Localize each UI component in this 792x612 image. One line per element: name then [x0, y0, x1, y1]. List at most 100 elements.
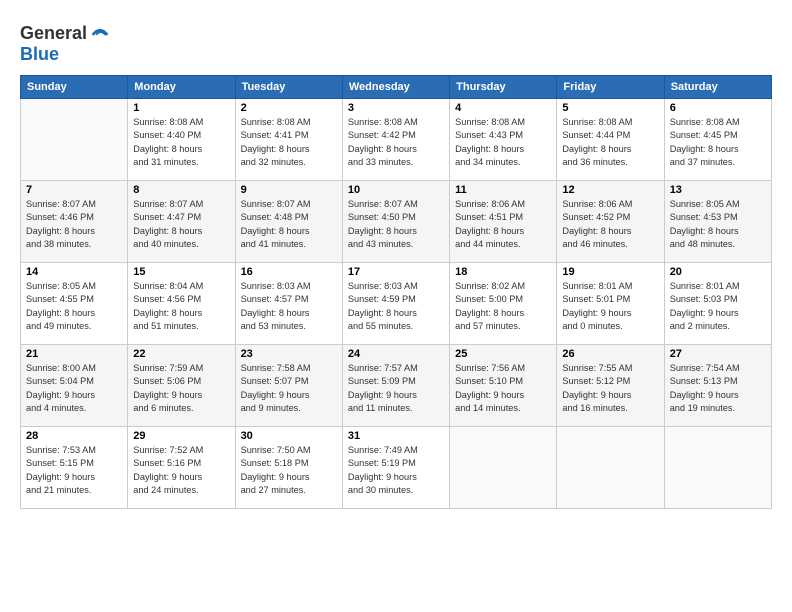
daylight-text-1: Daylight: 9 hours	[133, 389, 229, 402]
daylight-text-1: Daylight: 8 hours	[348, 143, 444, 156]
sunset-text: Sunset: 5:16 PM	[133, 457, 229, 470]
sunset-text: Sunset: 4:46 PM	[26, 211, 122, 224]
calendar-day-cell: 23Sunrise: 7:58 AMSunset: 5:07 PMDayligh…	[235, 345, 342, 427]
sunrise-text: Sunrise: 8:06 AM	[562, 198, 658, 211]
daylight-text-1: Daylight: 9 hours	[348, 389, 444, 402]
day-number: 1	[133, 102, 229, 114]
daylight-text-2: and 0 minutes.	[562, 320, 658, 333]
daylight-text-1: Daylight: 8 hours	[562, 225, 658, 238]
day-info: Sunrise: 7:53 AMSunset: 5:15 PMDaylight:…	[26, 444, 122, 497]
calendar-day-cell: 31Sunrise: 7:49 AMSunset: 5:19 PMDayligh…	[342, 427, 449, 509]
sunrise-text: Sunrise: 7:57 AM	[348, 362, 444, 375]
calendar-day-cell: 8Sunrise: 8:07 AMSunset: 4:47 PMDaylight…	[128, 181, 235, 263]
day-info: Sunrise: 8:03 AMSunset: 4:59 PMDaylight:…	[348, 280, 444, 333]
daylight-text-2: and 6 minutes.	[133, 402, 229, 415]
day-number: 29	[133, 430, 229, 442]
logo-icon	[89, 22, 111, 44]
daylight-text-2: and 4 minutes.	[26, 402, 122, 415]
sunset-text: Sunset: 5:10 PM	[455, 375, 551, 388]
calendar-week-row: 1Sunrise: 8:08 AMSunset: 4:40 PMDaylight…	[21, 99, 772, 181]
sunrise-text: Sunrise: 7:58 AM	[241, 362, 337, 375]
calendar-day-cell: 27Sunrise: 7:54 AMSunset: 5:13 PMDayligh…	[664, 345, 771, 427]
calendar-day-cell: 21Sunrise: 8:00 AMSunset: 5:04 PMDayligh…	[21, 345, 128, 427]
calendar-day-cell	[450, 427, 557, 509]
calendar-day-cell: 6 Sunrise: 8:08 AMSunset: 4:45 PMDaylight…	[664, 99, 771, 181]
calendar-day-cell	[664, 427, 771, 509]
sunrise-text: Sunrise: 8:07 AM	[348, 198, 444, 211]
sunrise-text: Sunrise: 8:03 AM	[348, 280, 444, 293]
daylight-text-2: and 38 minutes.	[26, 238, 122, 251]
sunrise-text: Sunrise: 8:02 AM	[455, 280, 551, 293]
calendar-day-cell: 19Sunrise: 8:01 AMSunset: 5:01 PMDayligh…	[557, 263, 664, 345]
sunrise-text: Sunrise: 8:08 AM	[241, 116, 337, 129]
daylight-text-2: and 48 minutes.	[670, 238, 766, 251]
day-info: Sunrise: 8:07 AMSunset: 4:46 PMDaylight:…	[26, 198, 122, 251]
day-info: Sunrise: 7:54 AMSunset: 5:13 PMDaylight:…	[670, 362, 766, 415]
calendar-day-cell: 14 Sunrise: 8:05 AMSunset: 4:55 PMDayligh…	[21, 263, 128, 345]
day-info: Sunrise: 8:01 AMSunset: 5:01 PMDaylight:…	[562, 280, 658, 333]
sunrise-text: Sunrise: 8:01 AM	[670, 280, 766, 293]
calendar-day-cell: 25Sunrise: 7:56 AMSunset: 5:10 PMDayligh…	[450, 345, 557, 427]
daylight-text-2: and 2 minutes.	[670, 320, 766, 333]
sunset-text: Sunset: 4:44 PM	[562, 129, 658, 142]
daylight-text-2: and 57 minutes.	[455, 320, 551, 333]
daylight-text-2: and 53 minutes.	[241, 320, 337, 333]
calendar-table: SundayMondayTuesdayWednesdayThursdayFrid…	[20, 75, 772, 509]
day-info: Sunrise: 8:03 AMSunset: 4:57 PMDaylight:…	[241, 280, 337, 333]
calendar-week-row: 21Sunrise: 8:00 AMSunset: 5:04 PMDayligh…	[21, 345, 772, 427]
calendar-day-cell: 13Sunrise: 8:05 AMSunset: 4:53 PMDayligh…	[664, 181, 771, 263]
calendar-day-cell: 9Sunrise: 8:07 AMSunset: 4:48 PMDaylight…	[235, 181, 342, 263]
sunset-text: Sunset: 5:00 PM	[455, 293, 551, 306]
calendar-day-cell: 7Sunrise: 8:07 AMSunset: 4:46 PMDaylight…	[21, 181, 128, 263]
daylight-text-2: and 36 minutes.	[562, 156, 658, 169]
day-number: 3	[348, 102, 444, 114]
day-number: 10	[348, 184, 444, 196]
calendar-body: 1Sunrise: 8:08 AMSunset: 4:40 PMDaylight…	[21, 99, 772, 509]
weekday-header-cell: Thursday	[450, 76, 557, 99]
daylight-text-2: and 37 minutes.	[670, 156, 766, 169]
daylight-text-1: Daylight: 9 hours	[241, 389, 337, 402]
daylight-text-2: and 34 minutes.	[455, 156, 551, 169]
weekday-header-row: SundayMondayTuesdayWednesdayThursdayFrid…	[21, 76, 772, 99]
day-number: 20	[670, 266, 766, 278]
sunrise-text: Sunrise: 8:05 AM	[670, 198, 766, 211]
day-info: Sunrise: 8:08 AMSunset: 4:45 PMDaylight:…	[670, 116, 766, 169]
day-number: 6	[670, 102, 766, 114]
daylight-text-1: Daylight: 8 hours	[133, 307, 229, 320]
daylight-text-2: and 16 minutes.	[562, 402, 658, 415]
day-number: 22	[133, 348, 229, 360]
sunrise-text: Sunrise: 8:07 AM	[241, 198, 337, 211]
calendar-day-cell: 18Sunrise: 8:02 AMSunset: 5:00 PMDayligh…	[450, 263, 557, 345]
calendar-day-cell: 2 Sunrise: 8:08 AMSunset: 4:41 PMDaylight…	[235, 99, 342, 181]
day-info: Sunrise: 7:57 AMSunset: 5:09 PMDaylight:…	[348, 362, 444, 415]
weekday-header-cell: Sunday	[21, 76, 128, 99]
daylight-text-2: and 14 minutes.	[455, 402, 551, 415]
day-number: 30	[241, 430, 337, 442]
day-number: 14	[26, 266, 122, 278]
day-info: Sunrise: 8:08 AMSunset: 4:41 PMDaylight:…	[241, 116, 337, 169]
day-number: 2	[241, 102, 337, 114]
sunset-text: Sunset: 5:13 PM	[670, 375, 766, 388]
calendar-day-cell: 17Sunrise: 8:03 AMSunset: 4:59 PMDayligh…	[342, 263, 449, 345]
daylight-text-1: Daylight: 8 hours	[348, 307, 444, 320]
daylight-text-1: Daylight: 8 hours	[241, 143, 337, 156]
day-number: 28	[26, 430, 122, 442]
sunrise-text: Sunrise: 7:53 AM	[26, 444, 122, 457]
day-info: Sunrise: 8:05 AMSunset: 4:55 PMDaylight:…	[26, 280, 122, 333]
day-number: 11	[455, 184, 551, 196]
day-number: 21	[26, 348, 122, 360]
sunrise-text: Sunrise: 8:06 AM	[455, 198, 551, 211]
sunset-text: Sunset: 5:19 PM	[348, 457, 444, 470]
calendar-day-cell	[21, 99, 128, 181]
day-number: 4	[455, 102, 551, 114]
day-info: Sunrise: 8:02 AMSunset: 5:00 PMDaylight:…	[455, 280, 551, 333]
day-number: 26	[562, 348, 658, 360]
daylight-text-1: Daylight: 9 hours	[26, 389, 122, 402]
daylight-text-2: and 21 minutes.	[26, 484, 122, 497]
daylight-text-1: Daylight: 8 hours	[26, 307, 122, 320]
sunrise-text: Sunrise: 7:56 AM	[455, 362, 551, 375]
sunrise-text: Sunrise: 8:00 AM	[26, 362, 122, 375]
daylight-text-2: and 44 minutes.	[455, 238, 551, 251]
calendar-day-cell: 5Sunrise: 8:08 AMSunset: 4:44 PMDaylight…	[557, 99, 664, 181]
daylight-text-1: Daylight: 9 hours	[562, 307, 658, 320]
